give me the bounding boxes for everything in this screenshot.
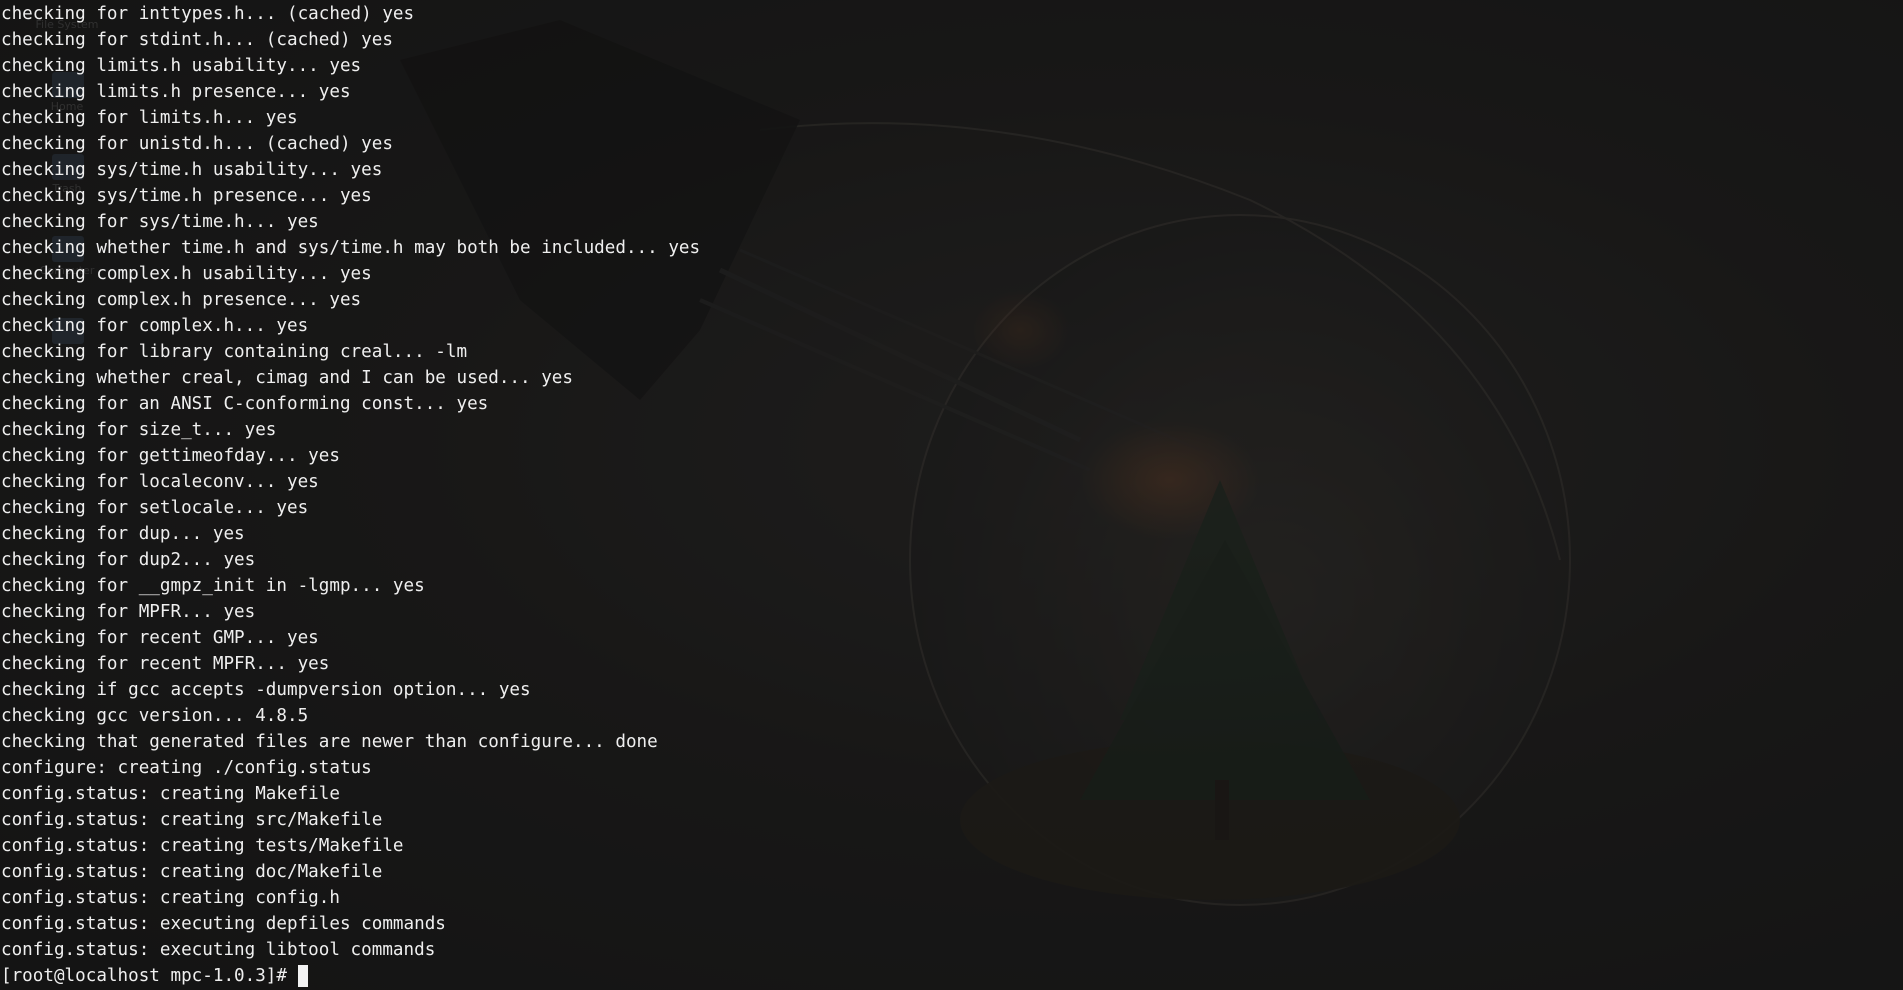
terminal-line: checking for dup... yes [1, 524, 245, 544]
text-cursor [298, 965, 308, 987]
terminal-line: checking whether time.h and sys/time.h m… [1, 238, 701, 258]
terminal-line: checking for an ANSI C-conforming const.… [1, 394, 489, 414]
terminal-line: checking gcc version... 4.8.5 [1, 706, 309, 726]
terminal-line: checking if gcc accepts -dumpversion opt… [1, 680, 531, 700]
terminal-line: checking limits.h presence... yes [1, 82, 351, 102]
terminal-line: checking sys/time.h presence... yes [1, 186, 372, 206]
terminal-line: checking that generated files are newer … [1, 732, 658, 752]
desktop: File System Home Trash Computer checking… [0, 0, 1903, 990]
terminal-line: checking sys/time.h usability... yes [1, 160, 383, 180]
terminal-line: checking for recent GMP... yes [1, 628, 319, 648]
terminal-line: checking for MPFR... yes [1, 602, 256, 622]
terminal-window[interactable]: checking for inttypes.h... (cached) yes … [0, 0, 1903, 990]
shell-prompt: [root@localhost mpc-1.0.3]# [1, 966, 287, 986]
terminal-prompt-line[interactable]: [root@localhost mpc-1.0.3]# [1, 963, 1903, 989]
terminal-line: checking for library containing creal...… [1, 342, 468, 362]
terminal-line: checking for dup2... yes [1, 550, 256, 570]
terminal-line: checking for complex.h... yes [1, 316, 309, 336]
terminal-line: checking for stdint.h... (cached) yes [1, 30, 393, 50]
terminal-line: checking whether creal, cimag and I can … [1, 368, 573, 388]
terminal-line: config.status: creating doc/Makefile [1, 862, 383, 882]
terminal-line: checking complex.h usability... yes [1, 264, 372, 284]
terminal-line: checking for unistd.h... (cached) yes [1, 134, 393, 154]
terminal-line: config.status: executing depfiles comman… [1, 914, 446, 934]
terminal-line: checking for inttypes.h... (cached) yes [1, 4, 415, 24]
terminal-line: configure: creating ./config.status [1, 758, 372, 778]
terminal-line: checking for limits.h... yes [1, 108, 298, 128]
terminal-line: config.status: creating config.h [1, 888, 340, 908]
terminal-line: checking limits.h usability... yes [1, 56, 362, 76]
terminal-line: checking for sys/time.h... yes [1, 212, 319, 232]
terminal-line: checking for localeconv... yes [1, 472, 319, 492]
terminal-line: checking complex.h presence... yes [1, 290, 362, 310]
terminal-line: config.status: creating tests/Makefile [1, 836, 404, 856]
terminal-line: config.status: executing libtool command… [1, 940, 436, 960]
terminal-line: checking for gettimeofday... yes [1, 446, 340, 466]
terminal-line: checking for size_t... yes [1, 420, 277, 440]
terminal-line: config.status: creating src/Makefile [1, 810, 383, 830]
terminal-line: config.status: creating Makefile [1, 784, 340, 804]
terminal-line: checking for recent MPFR... yes [1, 654, 330, 674]
terminal-line: checking for setlocale... yes [1, 498, 309, 518]
terminal-line: checking for __gmpz_init in -lgmp... yes [1, 576, 425, 596]
